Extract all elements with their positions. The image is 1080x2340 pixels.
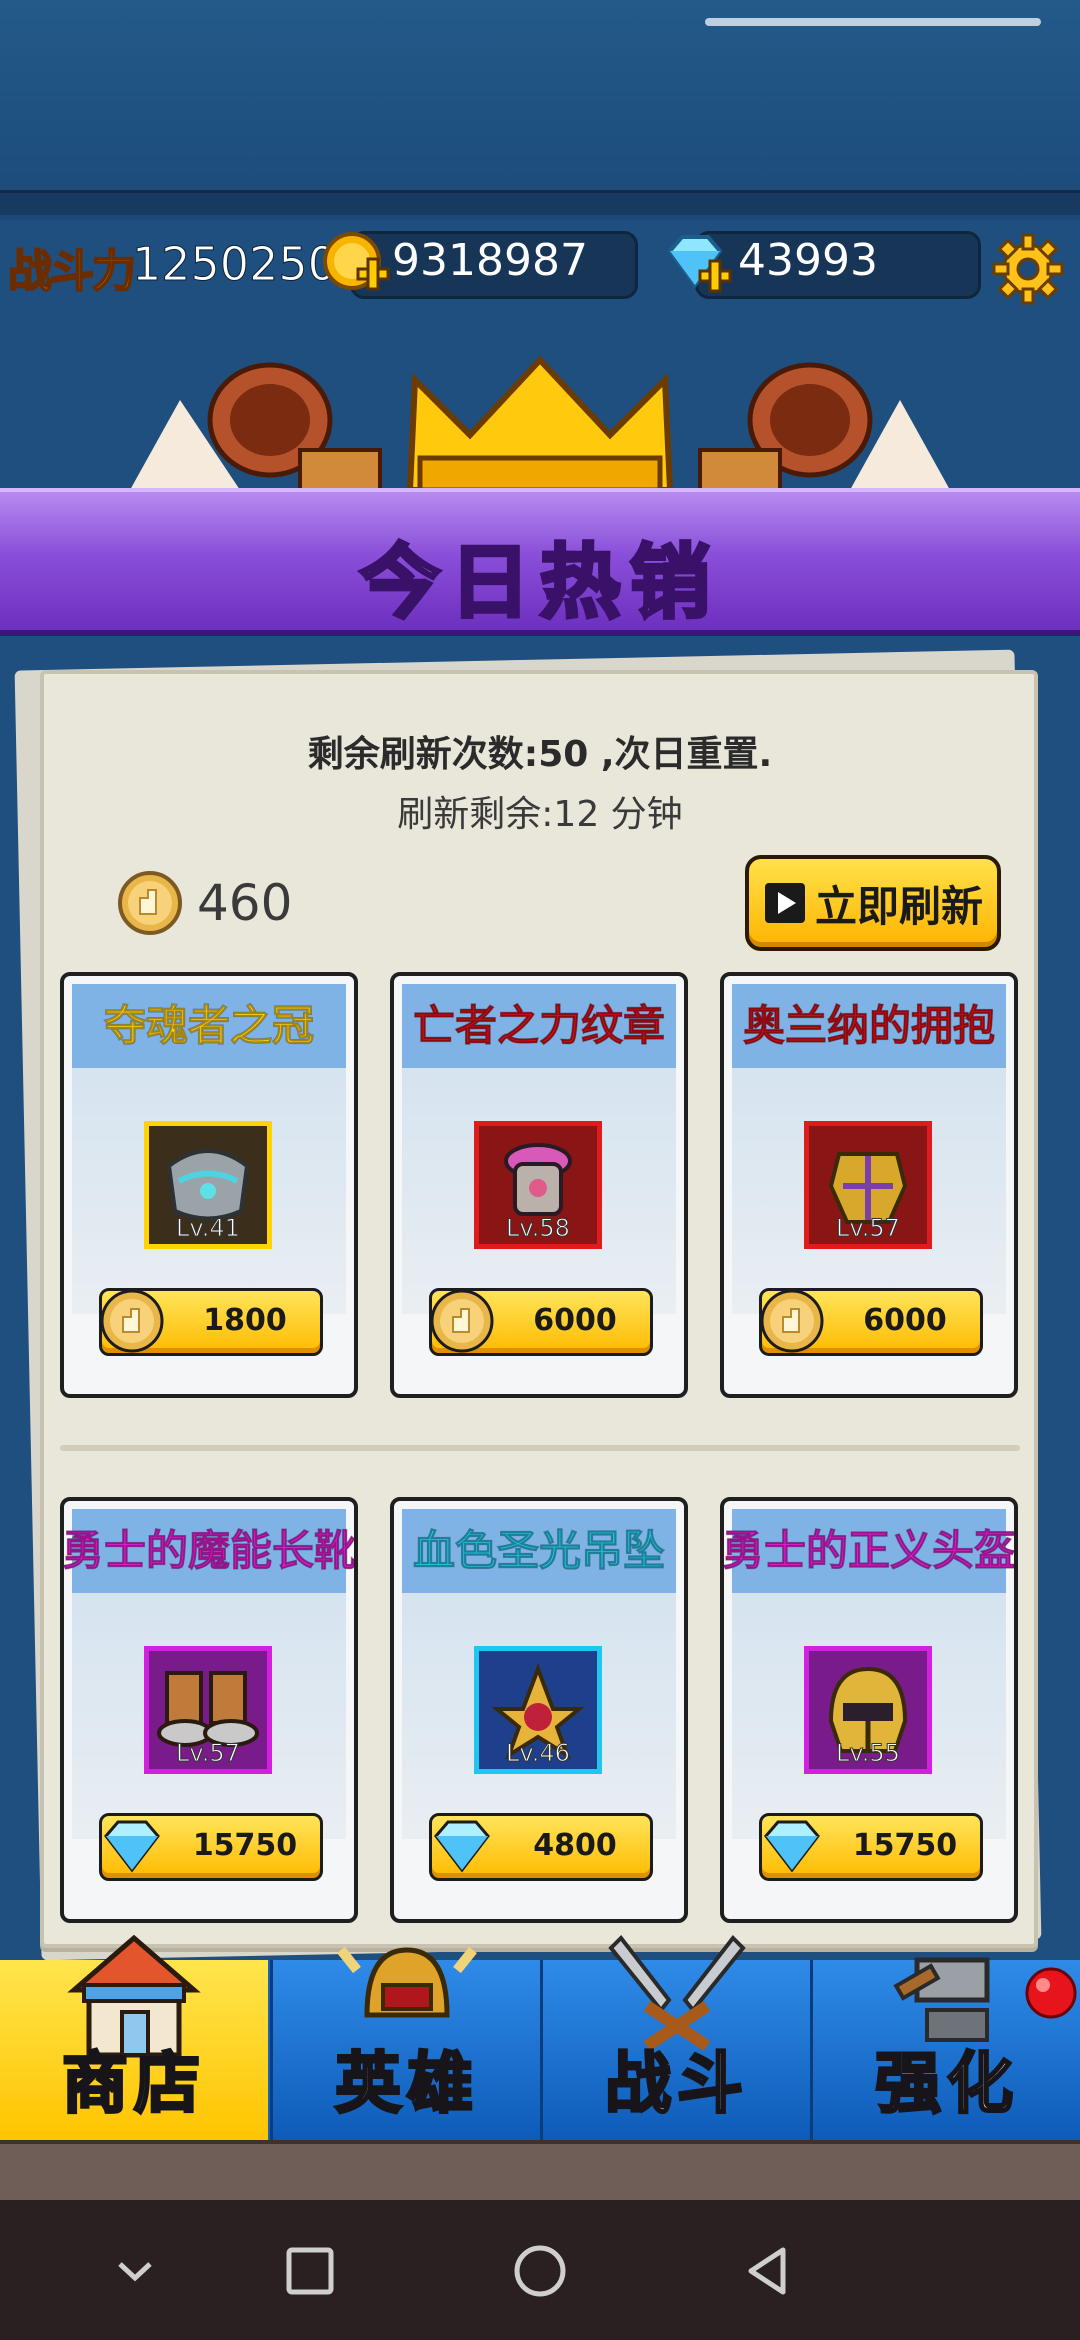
token-icon: [760, 1289, 824, 1353]
banner-title: 今日热销: [358, 534, 720, 631]
chevron-down-icon[interactable]: [100, 2236, 170, 2306]
power-label: 战斗力: [7, 245, 137, 298]
shop-item-card[interactable]: 勇士的魔能长靴 Lv.57 15750: [60, 1497, 358, 1923]
buy-button[interactable]: 15750: [99, 1813, 323, 1881]
shop-item-card[interactable]: 奥兰纳的拥抱 Lv.57 6000: [720, 972, 1018, 1398]
item-name: 血色圣光吊坠: [412, 1526, 665, 1576]
item-level: Lv.46: [506, 1739, 571, 1768]
refresh-now-label: 立即刷新: [814, 881, 983, 931]
item-name: 奥兰纳的拥抱: [742, 1001, 995, 1051]
refresh-timer: 刷新剩余:12 分钟: [397, 794, 683, 835]
shop-item-card[interactable]: 勇士的正义头盔 Lv.55 15750: [720, 1497, 1018, 1923]
tab-heroes-label: 英雄: [334, 2044, 479, 2124]
bottom-tab-bar: 商店 英雄 战斗 强化: [0, 1934, 1080, 2140]
gesture-pill: [705, 18, 1041, 26]
back-icon[interactable]: [735, 2236, 805, 2306]
item-price: 15750: [852, 1828, 958, 1863]
crown-trumpets-decoration: [130, 355, 950, 493]
item-price: 4800: [533, 1828, 617, 1863]
stone-floor: [0, 2140, 1080, 2204]
shop-item-card[interactable]: 夺魂者之冠 Lv.41 1800: [60, 972, 358, 1398]
item-price: 1800: [203, 1303, 287, 1338]
item-level: Lv.57: [836, 1214, 901, 1243]
item-icon-frame: Lv.55: [804, 1646, 932, 1774]
video-play-icon: [764, 883, 805, 923]
system-nav-bar: [0, 2200, 1080, 2340]
status-bar: 战斗力 1250250 9318987 43993: [0, 225, 1080, 305]
item-icon-frame: Lv.46: [474, 1646, 602, 1774]
token-icon: [430, 1289, 494, 1353]
buy-button[interactable]: 6000: [759, 1288, 983, 1356]
item-name: 夺魂者之冠: [103, 1001, 314, 1051]
diamond-value: 43993: [738, 235, 878, 286]
tab-upgrade-label: 强化: [874, 2044, 1019, 2124]
item-icon-frame: Lv.41: [144, 1121, 272, 1249]
buy-button[interactable]: 15750: [759, 1813, 983, 1881]
tab-battle[interactable]: 战斗: [540, 1934, 811, 2140]
item-name: 勇士的正义头盔: [721, 1526, 1016, 1576]
item-price: 6000: [863, 1303, 947, 1338]
diamond-add-icon[interactable]: [660, 229, 734, 299]
diamond-icon: [104, 1820, 160, 1873]
item-icon-frame: Lv.57: [144, 1646, 272, 1774]
row-divider: [60, 1445, 1020, 1451]
item-name: 亡者之力纹章: [412, 1001, 665, 1051]
tab-upgrade[interactable]: 强化: [810, 1957, 1080, 2140]
buy-button[interactable]: 6000: [429, 1288, 653, 1356]
refresh-count-info: 剩余刷新次数:50 ,次日重置.: [307, 734, 773, 775]
gold-add-icon[interactable]: [318, 229, 392, 299]
token-counter: 460: [115, 868, 292, 938]
refresh-now-button[interactable]: 立即刷新: [745, 855, 1001, 951]
diamond-icon: [764, 1820, 820, 1873]
item-price: 6000: [533, 1303, 617, 1338]
top-background: [0, 0, 1080, 220]
item-icon-frame: Lv.57: [804, 1121, 932, 1249]
item-price: 15750: [192, 1828, 298, 1863]
notification-dot-icon: [1025, 1967, 1077, 2019]
tab-battle-label: 战斗: [604, 2044, 749, 2124]
power-value: 1250250: [132, 237, 338, 292]
buy-button[interactable]: 1800: [99, 1288, 323, 1356]
token-icon: [118, 871, 182, 935]
item-name: 勇士的魔能长靴: [61, 1526, 356, 1576]
item-level: Lv.57: [176, 1739, 241, 1768]
shop-item-card[interactable]: 亡者之力纹章 Lv.58 6000: [390, 972, 688, 1398]
tab-heroes[interactable]: 英雄: [270, 1946, 541, 2140]
token-count: 460: [197, 874, 293, 932]
item-icon-frame: Lv.58: [474, 1121, 602, 1249]
token-icon: [100, 1289, 164, 1353]
tab-shop[interactable]: 商店: [0, 1934, 268, 2140]
item-level: Lv.58: [506, 1214, 571, 1243]
diamond-icon: [434, 1820, 490, 1873]
gold-value: 9318987: [392, 235, 588, 286]
item-level: Lv.55: [836, 1739, 901, 1768]
shop-item-card[interactable]: 血色圣光吊坠 Lv.46 4800: [390, 1497, 688, 1923]
buy-button[interactable]: 4800: [429, 1813, 653, 1881]
tab-shop-label: 商店: [61, 2044, 206, 2124]
gear-icon[interactable]: [990, 231, 1066, 307]
item-level: Lv.41: [176, 1214, 241, 1243]
hot-sale-banner: 今日热销: [0, 488, 1080, 636]
home-icon[interactable]: [505, 2236, 575, 2306]
top-ledge: [0, 190, 1080, 215]
recent-apps-icon[interactable]: [275, 2236, 345, 2306]
